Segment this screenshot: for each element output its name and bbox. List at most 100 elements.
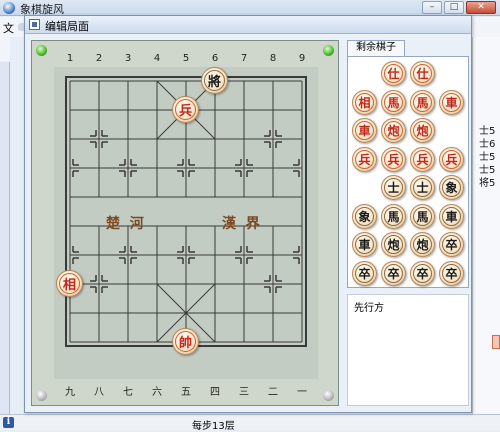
piece-glyph: 車 <box>355 121 374 140</box>
piece-glyph: 兵 <box>384 149 403 169</box>
piece-glyph: 將 <box>204 70 225 91</box>
tray-piece[interactable]: 仕 <box>410 61 435 86</box>
status-bar: i 每步13层 <box>0 414 500 432</box>
piece-glyph: 炮 <box>413 121 432 140</box>
file-number-bottom: 六 <box>152 387 162 398</box>
file-number-bottom: 七 <box>123 387 133 398</box>
toolbar-stub <box>0 37 10 61</box>
dialog-icon <box>29 19 40 30</box>
board-piece[interactable]: 兵 <box>172 96 199 123</box>
close-button[interactable]: ✕ <box>466 1 496 14</box>
file-number-bottom: 四 <box>210 387 220 398</box>
edit-position-dialog: 编辑局面 1 2 3 4 5 6 7 8 9 九 八 七 六 五 四 三 二 一… <box>24 15 472 413</box>
piece-glyph: 卒 <box>413 263 432 283</box>
tray-piece[interactable]: 馬 <box>381 89 406 115</box>
piece-glyph: 仕 <box>384 64 403 83</box>
piece-glyph: 相 <box>355 92 374 112</box>
tray-piece[interactable]: 卒 <box>381 260 406 286</box>
corner-gray-dot <box>36 390 47 401</box>
piece-glyph: 相 <box>59 273 80 294</box>
piece-glyph: 馬 <box>413 92 432 112</box>
piece-glyph: 兵 <box>442 149 461 169</box>
left-side-panel <box>0 62 10 414</box>
first-mover-label: 先行方 <box>354 303 384 314</box>
file-number-bottom: 九 <box>65 387 75 398</box>
tray-piece[interactable]: 車 <box>352 232 377 257</box>
file-number-top: 5 <box>182 53 190 64</box>
corner-gray-dot <box>323 390 334 401</box>
piece-glyph: 卒 <box>384 263 403 283</box>
tray-piece[interactable]: 卒 <box>352 260 377 286</box>
piece-glyph: 兵 <box>413 149 432 169</box>
piece-glyph: 馬 <box>384 92 403 112</box>
file-number-top: 2 <box>95 53 103 64</box>
tray-piece[interactable]: 象 <box>439 175 464 200</box>
river-text-left: 楚 河 <box>106 216 144 232</box>
piece-glyph: 車 <box>355 235 374 254</box>
piece-glyph: 炮 <box>384 235 403 254</box>
dialog-title: 编辑局面 <box>45 20 89 33</box>
piece-glyph: 兵 <box>355 149 374 169</box>
file-number-top: 8 <box>269 53 277 64</box>
piece-glyph: 卒 <box>355 263 374 283</box>
tray-piece[interactable]: 馬 <box>410 89 435 115</box>
piece-glyph: 炮 <box>413 235 432 254</box>
menu-file[interactable]: 文 <box>3 20 14 36</box>
dialog-title-bar[interactable]: 编辑局面 <box>25 16 471 34</box>
info-icon: i <box>3 417 14 428</box>
piece-glyph: 象 <box>442 178 461 197</box>
corner-green-dot <box>323 45 334 56</box>
tray-piece[interactable]: 士 <box>410 175 435 200</box>
tray-piece[interactable]: 兵 <box>381 146 406 172</box>
file-number-bottom: 一 <box>297 387 307 398</box>
tray-piece[interactable]: 兵 <box>410 146 435 172</box>
tray-piece[interactable]: 仕 <box>381 61 406 86</box>
first-mover-panel: 先行方 <box>347 294 469 406</box>
tray-piece[interactable]: 卒 <box>439 260 464 286</box>
file-number-bottom: 五 <box>181 387 191 398</box>
tray-piece[interactable]: 車 <box>439 89 464 115</box>
corner-green-dot <box>36 45 47 56</box>
tray-piece[interactable]: 兵 <box>439 146 464 172</box>
board-piece[interactable]: 帥 <box>172 328 199 355</box>
maximize-button[interactable]: □ <box>444 1 464 14</box>
right-side-panel: 士5 士6 士5 士5 将5 <box>472 37 500 414</box>
tray-piece[interactable]: 相 <box>352 89 377 115</box>
tray-piece[interactable]: 炮 <box>410 118 435 143</box>
tray-piece[interactable]: 車 <box>352 118 377 143</box>
tray-piece[interactable]: 卒 <box>439 232 464 257</box>
tray-piece[interactable]: 炮 <box>381 118 406 143</box>
remaining-pieces-tray: 仕仕相馬馬車車炮炮兵兵兵兵士士象象馬馬車車炮炮卒卒卒卒卒 <box>347 56 469 288</box>
tray-piece[interactable]: 象 <box>352 203 377 229</box>
window-controls: – □ ✕ <box>422 1 496 14</box>
piece-glyph: 仕 <box>413 64 432 83</box>
tray-piece[interactable]: 炮 <box>381 232 406 257</box>
board-piece[interactable]: 相 <box>56 270 83 297</box>
minimize-button[interactable]: – <box>422 1 442 14</box>
file-number-bottom: 三 <box>239 387 249 398</box>
piece-glyph: 車 <box>442 92 461 112</box>
tray-piece[interactable]: 馬 <box>381 203 406 229</box>
piece-glyph: 車 <box>442 206 461 226</box>
tray-piece[interactable]: 士 <box>381 175 406 200</box>
piece-glyph: 帥 <box>175 331 196 352</box>
file-number-bottom: 八 <box>94 387 104 398</box>
piece-glyph: 士 <box>384 178 403 197</box>
app-icon <box>3 2 15 14</box>
main-title-bar: 象棋旋风 – □ ✕ <box>0 0 500 16</box>
river-text-right: 漢 界 <box>222 216 260 232</box>
tray-piece[interactable]: 卒 <box>410 260 435 286</box>
move-label: 将5 <box>479 178 496 189</box>
board-piece[interactable]: 將 <box>201 67 228 94</box>
tray-piece[interactable]: 車 <box>439 203 464 229</box>
tray-piece[interactable]: 馬 <box>410 203 435 229</box>
tab-remaining-pieces[interactable]: 剩余棋子 <box>347 40 405 56</box>
chess-board[interactable]: 1 2 3 4 5 6 7 8 9 九 八 七 六 五 四 三 二 一 楚 河 … <box>31 40 339 406</box>
tray-piece[interactable]: 兵 <box>352 146 377 172</box>
piece-glyph: 象 <box>355 206 374 226</box>
piece-glyph: 士 <box>413 178 432 197</box>
piece-glyph: 馬 <box>384 206 403 226</box>
tray-piece[interactable]: 炮 <box>410 232 435 257</box>
piece-glyph: 兵 <box>175 99 196 120</box>
piece-glyph: 馬 <box>413 206 432 226</box>
